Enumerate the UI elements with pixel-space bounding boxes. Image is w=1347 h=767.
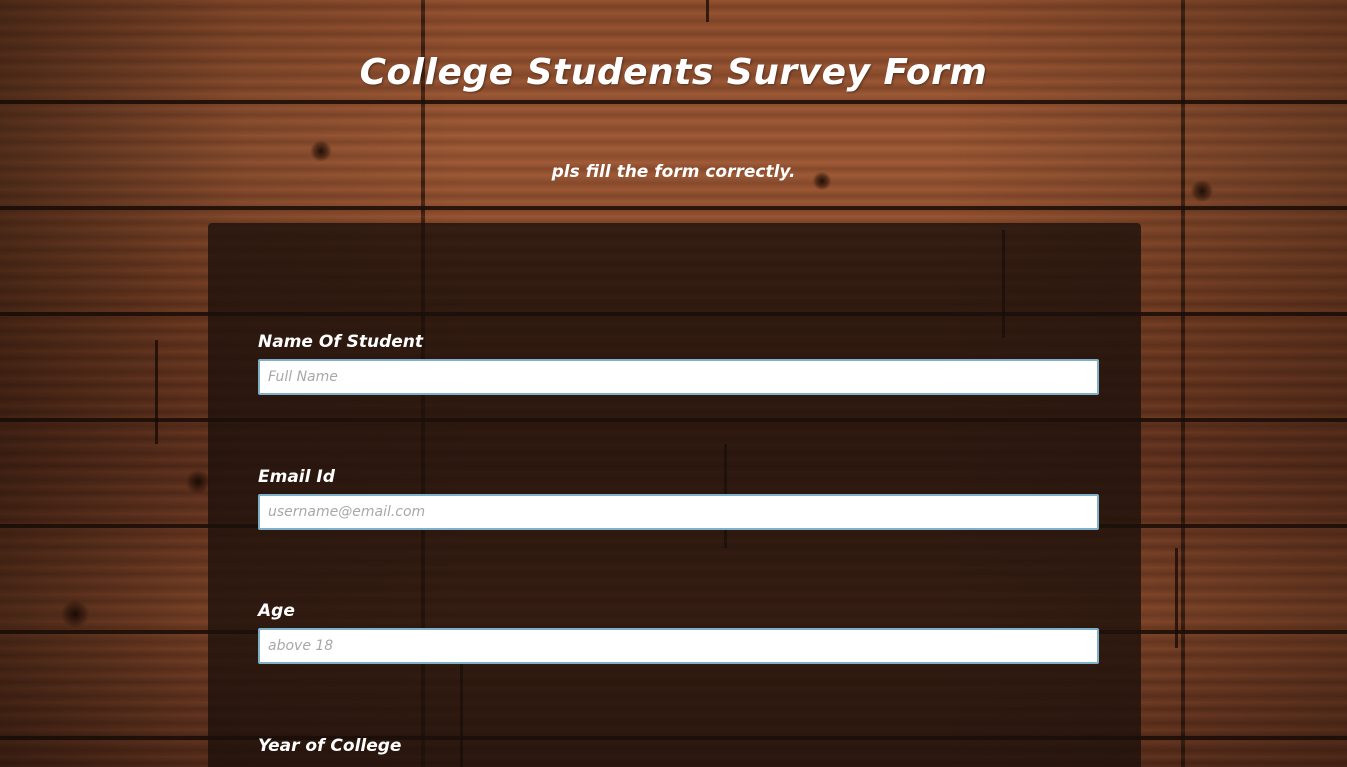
email-field-group: Email Id <box>258 466 1099 530</box>
wood-knot <box>310 140 332 162</box>
wood-knot <box>1190 180 1214 202</box>
age-label: Age <box>258 601 295 621</box>
name-input[interactable] <box>258 359 1099 395</box>
survey-form: Name Of Student Email Id Age Year of Col… <box>208 223 1141 767</box>
wood-seam <box>155 340 158 444</box>
name-field-group: Name Of Student <box>258 331 1099 395</box>
wood-seam <box>706 0 709 22</box>
email-input[interactable] <box>258 494 1099 530</box>
wood-seam <box>1175 548 1178 648</box>
age-field-group: Age <box>258 600 1099 664</box>
year-of-college-group: Year of College <box>258 735 1099 757</box>
name-label: Name Of Student <box>258 332 424 352</box>
email-label: Email Id <box>258 467 335 487</box>
page-title: College Students Survey Form <box>359 52 988 93</box>
wood-knot <box>60 600 90 628</box>
age-input[interactable] <box>258 628 1099 664</box>
year-of-college-label: Year of College <box>258 736 402 756</box>
page-description: pls fill the form correctly. <box>551 162 796 182</box>
